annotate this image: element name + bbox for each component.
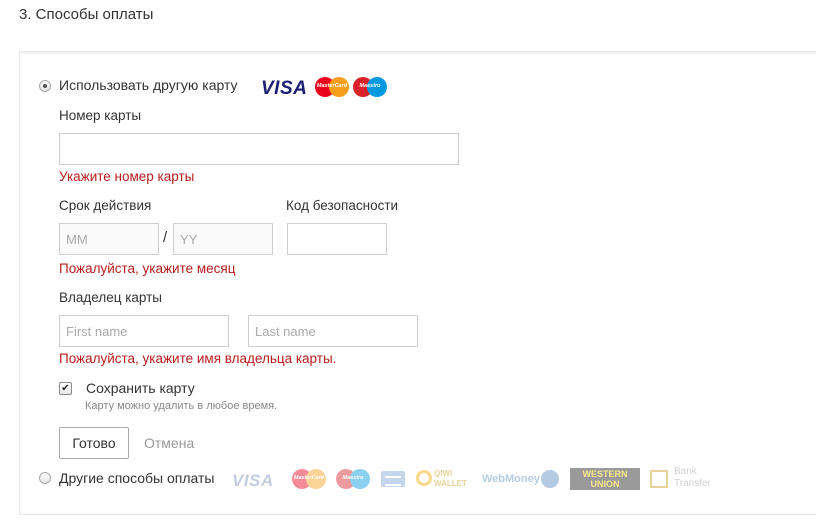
first-name-input[interactable] — [59, 315, 229, 347]
mastercard-logo-text: MasterCard — [316, 83, 348, 89]
cvv-label: Код безопасности — [286, 198, 399, 213]
card-number-error: Укажите номер карты — [59, 169, 195, 184]
section-title: 3. Способы оплаты — [19, 6, 154, 23]
card-number-input[interactable] — [59, 133, 459, 165]
cancel-link[interactable]: Отмена — [144, 435, 194, 451]
maestro-logo-faded: Maestro — [336, 469, 370, 489]
bank-transfer-text-1: Bank — [674, 466, 697, 477]
last-name-input[interactable] — [248, 315, 418, 347]
mastercard-logo-faded: MasterCard — [292, 469, 326, 489]
save-card-hint: Карту можно удалить в любое время. — [85, 400, 278, 412]
maestro-logo-text: Maestro — [359, 83, 381, 89]
visa-logo: VISA — [261, 78, 308, 99]
other-methods-radio[interactable] — [39, 472, 51, 484]
qiwi-wallet-logo: QIWI WALLET — [416, 468, 476, 490]
qiwi-logo-subtext: WALLET — [434, 479, 467, 488]
save-card-label[interactable]: Сохранить карту — [86, 380, 195, 396]
amex-logo — [381, 471, 405, 487]
holder-error: Пожалуйста, укажите имя владельца карты. — [59, 351, 337, 366]
mastercard-logo-faded-text: MasterCard — [293, 475, 325, 481]
expiry-year-input[interactable] — [173, 223, 273, 255]
maestro-logo-faded-text: Maestro — [342, 475, 364, 481]
cvv-input[interactable] — [287, 223, 387, 255]
bank-icon — [650, 470, 668, 488]
other-methods-label[interactable]: Другие способы оплаты — [59, 470, 214, 486]
bank-transfer-text-2: Transfer — [674, 478, 711, 489]
bank-transfer-logo: Bank Transfer — [674, 466, 711, 490]
expiry-label: Срок действия — [59, 198, 152, 213]
holder-label: Владелец карты — [59, 290, 163, 305]
use-card-label[interactable]: Использовать другую карту — [59, 77, 238, 93]
webmoney-logo: WebMoney — [482, 473, 540, 485]
maestro-logo: Maestro — [353, 77, 387, 97]
payment-logos-strip: VISA MasterCard Maestro QIWI WALLET WebM… — [232, 466, 732, 492]
mastercard-logo: MasterCard — [315, 77, 349, 97]
expiry-month-input[interactable] — [59, 223, 159, 255]
use-card-radio[interactable] — [39, 80, 51, 92]
visa-logo-faded: VISA — [232, 471, 274, 490]
expiry-error: Пожалуйста, укажите месяц — [59, 261, 236, 276]
done-button[interactable]: Готово — [59, 427, 129, 459]
expiry-separator: / — [163, 229, 168, 246]
save-card-checkbox[interactable]: ✔ — [59, 382, 72, 395]
western-union-text-1: WESTERN — [582, 469, 628, 479]
webmoney-globe-icon — [541, 470, 559, 488]
qiwi-logo-text: QIWI — [434, 469, 453, 478]
western-union-logo: WESTERN UNION — [570, 468, 640, 490]
card-number-label: Номер карты — [59, 108, 142, 123]
western-union-text-2: UNION — [590, 479, 620, 489]
